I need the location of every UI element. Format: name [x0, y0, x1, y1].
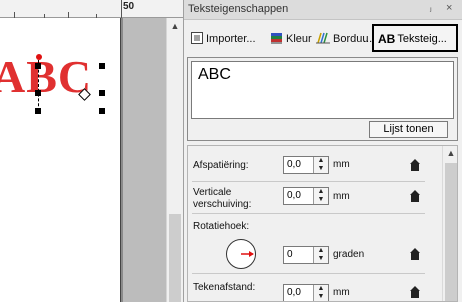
rotation-handle[interactable]	[36, 54, 42, 60]
design-canvas[interactable]: 50 ABC ▲	[0, 0, 183, 302]
vertical-shift-unit: mm	[333, 191, 350, 202]
import-icon	[191, 31, 203, 47]
import-button[interactable]: Importer...	[191, 29, 256, 49]
vertical-shift-label: Verticale verschuiving:	[193, 187, 251, 211]
selection-handle[interactable]	[35, 108, 41, 114]
vertical-shift-label-line1: Verticale	[193, 187, 232, 198]
scroll-thumb[interactable]	[169, 214, 181, 302]
divider	[192, 213, 425, 214]
vertical-shift-value: 0,0	[287, 190, 301, 201]
divider	[192, 181, 425, 182]
tab-text-properties-label: Teksteig...	[397, 33, 447, 45]
char-spacing-label: Tekenafstand:	[193, 282, 256, 293]
color-button-label: Kleur	[286, 33, 312, 45]
spacing-stepper[interactable]: 0,0 ▲ ▼	[283, 156, 329, 174]
import-button-label: Importer...	[206, 33, 256, 45]
selection-handle[interactable]	[99, 108, 105, 114]
home-icon[interactable]	[410, 159, 420, 171]
embroidery-icon	[316, 32, 330, 47]
selection-handle[interactable]	[35, 63, 41, 69]
panel-toolbar: Importer... Kleur Borduu ... AB Teksteig…	[184, 21, 462, 55]
char-spacing-unit: mm	[333, 287, 350, 298]
horizontal-ruler: 50	[0, 0, 183, 18]
panel-title: Teksteigenschappen	[188, 3, 289, 15]
rotation-value: 0	[287, 249, 293, 260]
spinner-arrows[interactable]: ▲ ▼	[313, 285, 328, 301]
scroll-up-arrow-icon[interactable]: ▲	[167, 18, 183, 34]
rotation-dial[interactable]	[226, 239, 256, 269]
spinner-arrows[interactable]: ▲ ▼	[313, 157, 328, 173]
color-button[interactable]: Kleur	[270, 29, 312, 49]
rotation-stepper[interactable]: 0 ▲ ▼	[283, 246, 329, 264]
toolbar-overflow[interactable]: ...	[363, 29, 372, 49]
char-spacing-stepper[interactable]: 0,0 ▲ ▼	[283, 284, 329, 301]
spacing-unit: mm	[333, 159, 350, 170]
text-entry-section: ABC Lijst tonen	[187, 57, 458, 141]
scroll-thumb[interactable]	[445, 163, 457, 301]
properties-vertical-scrollbar[interactable]: ▲	[442, 146, 457, 301]
divider	[192, 273, 425, 274]
vertical-shift-label-line2: verschuiving:	[193, 199, 252, 210]
show-list-button[interactable]: Lijst tonen	[369, 121, 448, 138]
color-icon	[270, 32, 283, 47]
panel-title-bar: Teksteigenschappen ⱼ ×	[184, 0, 462, 20]
spacing-value: 0,0	[287, 159, 301, 170]
close-icon[interactable]: ×	[446, 2, 452, 14]
tab-text-properties[interactable]: AB Teksteig...	[372, 24, 458, 52]
rotation-label: Rotatiehoek:	[193, 221, 250, 232]
spinner-arrows[interactable]: ▲ ▼	[313, 188, 328, 204]
selection-handle[interactable]	[35, 90, 41, 96]
home-icon[interactable]	[410, 248, 420, 260]
home-icon[interactable]	[410, 190, 420, 202]
spinner-arrows[interactable]: ▲ ▼	[313, 247, 328, 263]
properties-list: Afspatiëring: 0,0 ▲ ▼ mm Verticale versch…	[187, 145, 458, 302]
ruler-label: 50	[123, 1, 135, 12]
selection-handle[interactable]	[99, 63, 105, 69]
home-icon[interactable]	[410, 286, 420, 298]
text-input[interactable]: ABC	[191, 61, 454, 119]
rotation-arrow-icon	[241, 251, 254, 257]
selection-handle[interactable]	[99, 90, 105, 96]
embroidery-button[interactable]: Borduu	[316, 29, 368, 49]
toolbar-overflow-label: ...	[363, 33, 373, 45]
spacing-label: Afspatiëring:	[193, 160, 249, 171]
vertical-shift-stepper[interactable]: 0,0 ▲ ▼	[283, 187, 329, 205]
scroll-up-arrow-icon[interactable]: ▲	[443, 146, 457, 160]
rotation-unit: graden	[333, 249, 365, 260]
text-properties-icon: AB	[378, 32, 396, 46]
char-spacing-value: 0,0	[287, 287, 301, 298]
canvas-vertical-scrollbar[interactable]: ▲	[166, 18, 183, 302]
pin-icon[interactable]: ⱼ	[430, 3, 432, 14]
design-page[interactable]: ABC	[0, 18, 121, 302]
text-properties-panel: Teksteigenschappen ⱼ × Importer... Kleur…	[183, 0, 462, 302]
